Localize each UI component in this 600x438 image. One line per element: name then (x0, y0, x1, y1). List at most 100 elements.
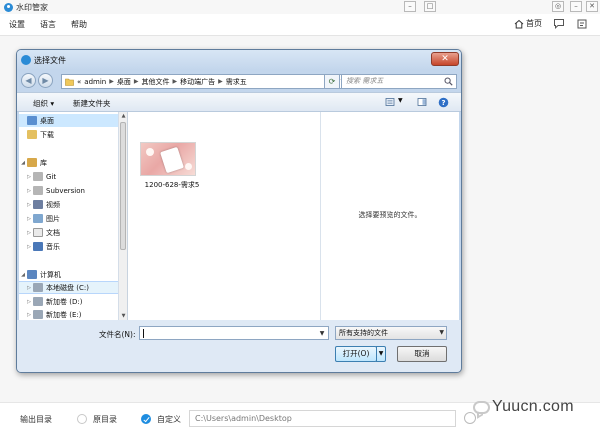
nav-item-drive-e[interactable]: ▷ 新加卷 (E:) (19, 308, 118, 320)
menu-help[interactable]: 帮助 (71, 19, 87, 30)
new-folder-button[interactable]: 新建文件夹 (73, 98, 111, 109)
drive-icon (33, 310, 43, 319)
nav-item-videos[interactable]: ▷ 视频 (19, 198, 118, 211)
image-thumbnail-icon[interactable] (140, 142, 196, 176)
navigation-scrollbar[interactable]: ▲ ▼ (119, 112, 128, 320)
expand-arrow-icon[interactable]: ◢ (19, 272, 27, 278)
collapse-arrow-icon[interactable]: ▷ (25, 285, 33, 291)
nav-item-desktop[interactable]: 桌面 (19, 114, 118, 127)
home-button[interactable]: 首页 (514, 18, 542, 29)
refresh-icon[interactable]: ⟳ (324, 74, 340, 89)
collapse-arrow-icon[interactable]: ▷ (25, 202, 33, 208)
nav-item-drive-c[interactable]: ▷ 本地磁盘 (C:) (19, 281, 118, 294)
breadcrumb-other-files[interactable]: 其他文件 (141, 77, 169, 87)
nav-item-drive-d[interactable]: ▷ 新加卷 (D:) (19, 295, 118, 308)
chevron-right-icon[interactable]: ▶ (172, 78, 177, 85)
documents-library-icon (33, 228, 43, 237)
app-menubar: 设置 语言 帮助 首页 (0, 14, 600, 36)
watermark-text: Yuucn.com (492, 398, 574, 415)
nav-item-music[interactable]: ▷ 音乐 (19, 240, 118, 253)
breadcrumb-mobile-ads[interactable]: 移动端广告 (180, 77, 215, 87)
output-path-input[interactable] (189, 410, 456, 427)
minimize-window-button[interactable]: – (404, 1, 416, 12)
help-icon[interactable]: ? (438, 97, 449, 108)
breadcrumb-admin[interactable]: admin (84, 78, 106, 86)
custom-dir-radio[interactable] (141, 414, 151, 424)
dialog-bottom-area: 文件名(N): ▼ 所有支持的文件 ▼ 打开(O) ▼ 取消 (17, 320, 461, 372)
collapse-arrow-icon[interactable]: ▷ (25, 230, 33, 236)
forward-button[interactable]: ▶ (38, 73, 53, 88)
collapse-arrow-icon[interactable]: ▷ (25, 216, 33, 222)
menu-language[interactable]: 语言 (40, 19, 56, 30)
nav-item-downloads[interactable]: 下载 (19, 128, 118, 141)
site-watermark: Yuucn.com (472, 398, 598, 422)
app-close-button[interactable]: ✕ (586, 1, 598, 12)
navigation-pane: 桌面 下载 ◢ 库 ▷ Git ▷ Subversion ▷ 视频 ▷ 图片 ▷… (19, 112, 119, 320)
dialog-close-button[interactable]: ✕ (431, 52, 459, 66)
chevron-right-icon[interactable]: ▶ (109, 78, 114, 85)
chevron-right-icon[interactable]: ▶ (218, 78, 223, 85)
chevron-down-icon: ▼ (439, 329, 444, 336)
nav-item-git[interactable]: ▷ Git (19, 170, 118, 183)
filename-input[interactable]: ▼ (139, 326, 329, 340)
home-icon (514, 19, 524, 28)
maximize-window-button[interactable]: □ (424, 1, 436, 12)
original-dir-label: 原目录 (93, 415, 117, 424)
chevron-right-icon[interactable]: ▶ (134, 78, 139, 85)
dialog-toolbar: 组织 ▾ 新建文件夹 ▼ ? (17, 92, 461, 112)
organize-button[interactable]: 组织 ▾ (33, 98, 54, 109)
nav-item-computer[interactable]: ◢ 计算机 (19, 268, 118, 281)
desktop-folder-icon (27, 116, 37, 125)
breadcrumb-requirement5[interactable]: 需求五 (226, 77, 247, 87)
dialog-title: 选择文件 (34, 55, 66, 65)
computer-icon (27, 270, 37, 279)
dialog-body: 桌面 下载 ◢ 库 ▷ Git ▷ Subversion ▷ 视频 ▷ 图片 ▷… (19, 112, 459, 320)
feedback-icon[interactable] (576, 18, 588, 30)
svg-text:?: ? (441, 99, 445, 107)
view-dropdown-icon[interactable]: ▼ (398, 97, 403, 104)
scroll-up-icon[interactable]: ▲ (119, 112, 128, 120)
preview-pane-icon[interactable] (417, 97, 427, 107)
file-list-pane: 1200-628-需求5 (128, 112, 321, 320)
chat-icon[interactable] (553, 18, 565, 29)
filename-history-dropdown-icon[interactable]: ▼ (317, 328, 327, 339)
menu-settings[interactable]: 设置 (9, 19, 25, 30)
cancel-button[interactable]: 取消 (397, 346, 447, 362)
nav-item-subversion[interactable]: ▷ Subversion (19, 184, 118, 197)
nav-item-libraries[interactable]: ◢ 库 (19, 156, 118, 169)
preview-pane: 选择要预览的文件。 (321, 112, 459, 320)
dialog-app-icon (21, 55, 31, 65)
drive-icon (33, 297, 43, 306)
camera-icon[interactable]: ◎ (552, 1, 564, 12)
app-minimize-button[interactable]: – (570, 1, 582, 12)
breadcrumb-desktop[interactable]: 桌面 (117, 77, 131, 87)
file-item-name[interactable]: 1200-628-需求5 (132, 180, 212, 190)
view-options-icon[interactable] (385, 97, 395, 107)
scroll-thumb[interactable] (120, 122, 126, 250)
original-dir-radio[interactable] (77, 414, 87, 424)
collapse-arrow-icon[interactable]: ▷ (25, 174, 33, 180)
collapse-arrow-icon[interactable]: ▷ (25, 299, 33, 305)
open-options-dropdown-icon[interactable]: ▼ (376, 346, 386, 362)
breadcrumb-prefix: « (77, 77, 82, 86)
nav-item-pictures[interactable]: ▷ 图片 (19, 212, 118, 225)
file-type-filter-select[interactable]: 所有支持的文件 ▼ (335, 326, 447, 340)
folder-icon (33, 172, 43, 181)
collapse-arrow-icon[interactable]: ▷ (25, 244, 33, 250)
music-library-icon (33, 242, 43, 251)
app-logo-icon (4, 2, 13, 12)
open-button[interactable]: 打开(O) (335, 346, 377, 362)
collapse-arrow-icon[interactable]: ▷ (25, 312, 33, 318)
expand-arrow-icon[interactable]: ◢ (19, 160, 27, 166)
downloads-folder-icon (27, 130, 37, 139)
scroll-down-icon[interactable]: ▼ (119, 312, 128, 320)
search-input[interactable]: 搜索 需求五 (341, 74, 457, 89)
speech-bubble-icon (473, 401, 490, 414)
address-bar[interactable]: « admin ▶ 桌面 ▶ 其他文件 ▶ 移动端广告 ▶ 需求五 ▼ (61, 74, 345, 89)
collapse-arrow-icon[interactable]: ▷ (25, 188, 33, 194)
dialog-titlebar: 选择文件 ✕ (17, 50, 461, 70)
back-button[interactable]: ◀ (21, 73, 36, 88)
nav-item-documents[interactable]: ▷ 文档 (19, 226, 118, 239)
search-placeholder: 搜索 需求五 (346, 77, 384, 85)
filename-label: 文件名(N): (99, 330, 136, 339)
